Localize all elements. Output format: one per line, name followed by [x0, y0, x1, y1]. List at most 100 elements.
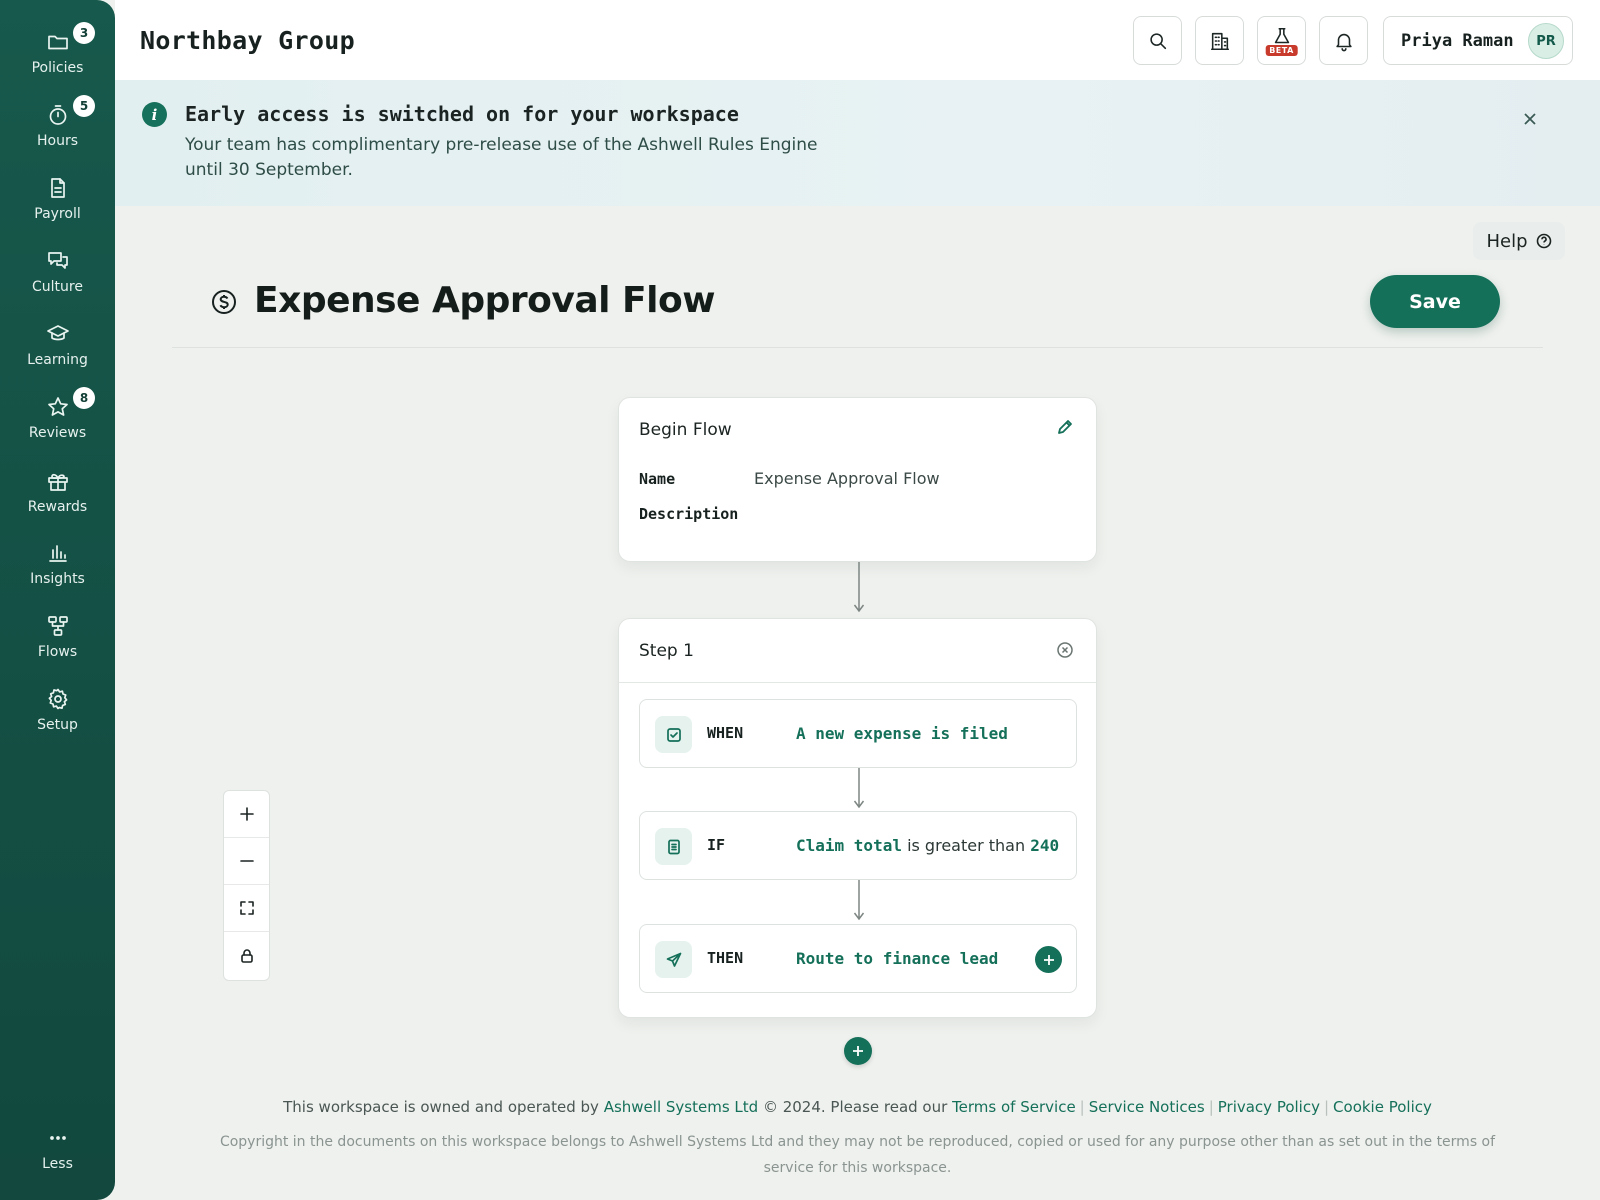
bell-icon	[1335, 33, 1352, 51]
gift-icon	[47, 473, 68, 491]
zoom-out-button[interactable]	[224, 838, 269, 885]
terms-link[interactable]: Terms of Service	[952, 1098, 1076, 1116]
privacy-link[interactable]: Privacy Policy	[1218, 1098, 1320, 1116]
cookie-link[interactable]: Cookie Policy	[1333, 1098, 1432, 1116]
organization-button[interactable]	[1195, 16, 1244, 65]
when-trigger-row[interactable]: WHEN A new expense is filed	[639, 699, 1077, 768]
name-value: Expense Approval Flow	[754, 469, 940, 488]
sidebar-item-label: Flows	[37, 644, 78, 660]
plus-icon	[1043, 954, 1054, 965]
fullscreen-icon	[239, 901, 254, 915]
banner-text: Your team has complimentary pre-release …	[185, 135, 818, 180]
footer-legal: This workspace is owned and operated by …	[172, 1098, 1543, 1116]
footer-mid: © 2024. Please read our	[762, 1098, 948, 1116]
help-button[interactable]: Help	[1473, 222, 1565, 260]
when-keyword: WHEN	[707, 724, 744, 742]
sidebar-item-flows[interactable]: Flows	[0, 606, 115, 672]
sidebar-less-button[interactable]: Less	[0, 1118, 115, 1184]
step-card: Step 1 WHEN A new expense is filed IF Cl…	[618, 618, 1097, 1018]
condition-value: 240	[1030, 836, 1060, 855]
sidebar-item-hours[interactable]: Hours 5	[0, 95, 115, 161]
pencil-icon	[1058, 420, 1072, 434]
footer-prefix: This workspace is owned and operated by	[283, 1098, 599, 1116]
add-action-button[interactable]	[1035, 946, 1062, 973]
flow-diagram-icon	[47, 616, 68, 636]
user-menu-button[interactable]: Priya Raman PR	[1383, 16, 1573, 65]
save-button[interactable]: Save	[1370, 275, 1500, 328]
edit-button[interactable]	[1056, 418, 1078, 440]
service-notices-link[interactable]: Service Notices	[1089, 1098, 1205, 1116]
sidebar-item-label: Hours	[36, 133, 78, 149]
sidebar-item-label: Rewards	[27, 499, 88, 515]
close-circle-icon	[1057, 642, 1073, 658]
step-title: Step 1	[639, 641, 694, 661]
labs-beta-button[interactable]: BETA	[1257, 16, 1306, 65]
sidebar-item-learning[interactable]: Learning	[0, 314, 115, 380]
sidebar-item-rewards[interactable]: Rewards	[0, 461, 115, 527]
more-dots-icon	[49, 1136, 66, 1140]
beta-badge: BETA	[1265, 45, 1298, 56]
lock-icon	[240, 948, 253, 963]
timer-icon	[49, 105, 66, 125]
list-document-icon	[655, 828, 692, 865]
plus-icon	[853, 1046, 863, 1056]
sidebar-item-payroll[interactable]: Payroll	[0, 168, 115, 234]
step-header: Step 1	[619, 619, 1096, 683]
separator: |	[1079, 1098, 1085, 1116]
add-step-button[interactable]	[844, 1037, 872, 1065]
sidebar-item-insights[interactable]: Insights	[0, 533, 115, 599]
building-icon	[1210, 32, 1229, 50]
description-label: Description	[639, 505, 739, 523]
question-circle-icon	[1536, 233, 1551, 249]
remove-step-button[interactable]	[1056, 641, 1076, 661]
if-keyword: IF	[707, 836, 726, 854]
close-icon	[1524, 113, 1536, 125]
notification-badge: 3	[73, 22, 95, 44]
fit-view-button[interactable]	[224, 885, 269, 932]
footer-copyright: Copyright in the documents on this works…	[219, 1134, 1496, 1176]
company-link[interactable]: Ashwell Systems Ltd	[604, 1098, 758, 1116]
search-icon	[1149, 32, 1166, 49]
sidebar-item-setup[interactable]: Setup	[0, 679, 115, 745]
sidebar-item-culture[interactable]: Culture	[0, 241, 115, 307]
document-icon	[50, 178, 65, 198]
sidebar-item-label: Culture	[32, 279, 83, 295]
sidebar-item-label: Policies	[31, 60, 84, 76]
condition-operator: is greater than	[907, 836, 1026, 855]
connector-arrow	[853, 880, 865, 921]
sidebar-item-label: Less	[42, 1156, 73, 1172]
lock-canvas-button[interactable]	[224, 932, 269, 979]
top-header: Northbay Group BETA Priya Raman PR	[115, 0, 1600, 80]
notifications-button[interactable]	[1319, 16, 1368, 65]
notification-badge: 8	[73, 387, 95, 409]
dollar-circle-icon	[211, 289, 237, 315]
gear-icon	[48, 688, 67, 710]
sidebar-item-policies[interactable]: Policies 3	[0, 22, 115, 88]
minus-icon	[239, 860, 254, 862]
banner-title: Early access is switched on for your wor…	[185, 102, 739, 126]
condition-field: Claim total	[796, 836, 902, 855]
banner-close-button[interactable]	[1515, 104, 1545, 134]
page-title: Expense Approval Flow	[254, 280, 715, 321]
then-keyword: THEN	[707, 949, 744, 967]
card-title: Begin Flow	[639, 420, 732, 440]
canvas-controls	[223, 790, 270, 981]
divider	[172, 347, 1543, 348]
sidebar-item-label: Reviews	[28, 425, 87, 441]
zoom-in-button[interactable]	[224, 791, 269, 838]
then-action-row[interactable]: THEN Route to finance lead	[639, 924, 1077, 993]
search-button[interactable]	[1133, 16, 1182, 65]
if-condition-row[interactable]: IF Claim total is greater than 240	[639, 811, 1077, 880]
begin-flow-card: Begin Flow Name Expense Approval Flow De…	[618, 397, 1097, 562]
sidebar-item-label: Payroll	[34, 206, 81, 222]
user-name: Priya Raman	[1401, 30, 1514, 51]
send-icon	[655, 941, 692, 978]
org-name: Northbay Group	[140, 26, 355, 55]
avatar: PR	[1528, 23, 1564, 59]
chat-bubbles-icon	[47, 252, 68, 269]
bar-chart-icon	[48, 545, 67, 562]
when-text: A new expense is filed	[796, 724, 1008, 743]
connector-arrow	[853, 562, 865, 613]
separator: |	[1208, 1098, 1214, 1116]
sidebar-item-reviews[interactable]: Reviews 8	[0, 387, 115, 453]
